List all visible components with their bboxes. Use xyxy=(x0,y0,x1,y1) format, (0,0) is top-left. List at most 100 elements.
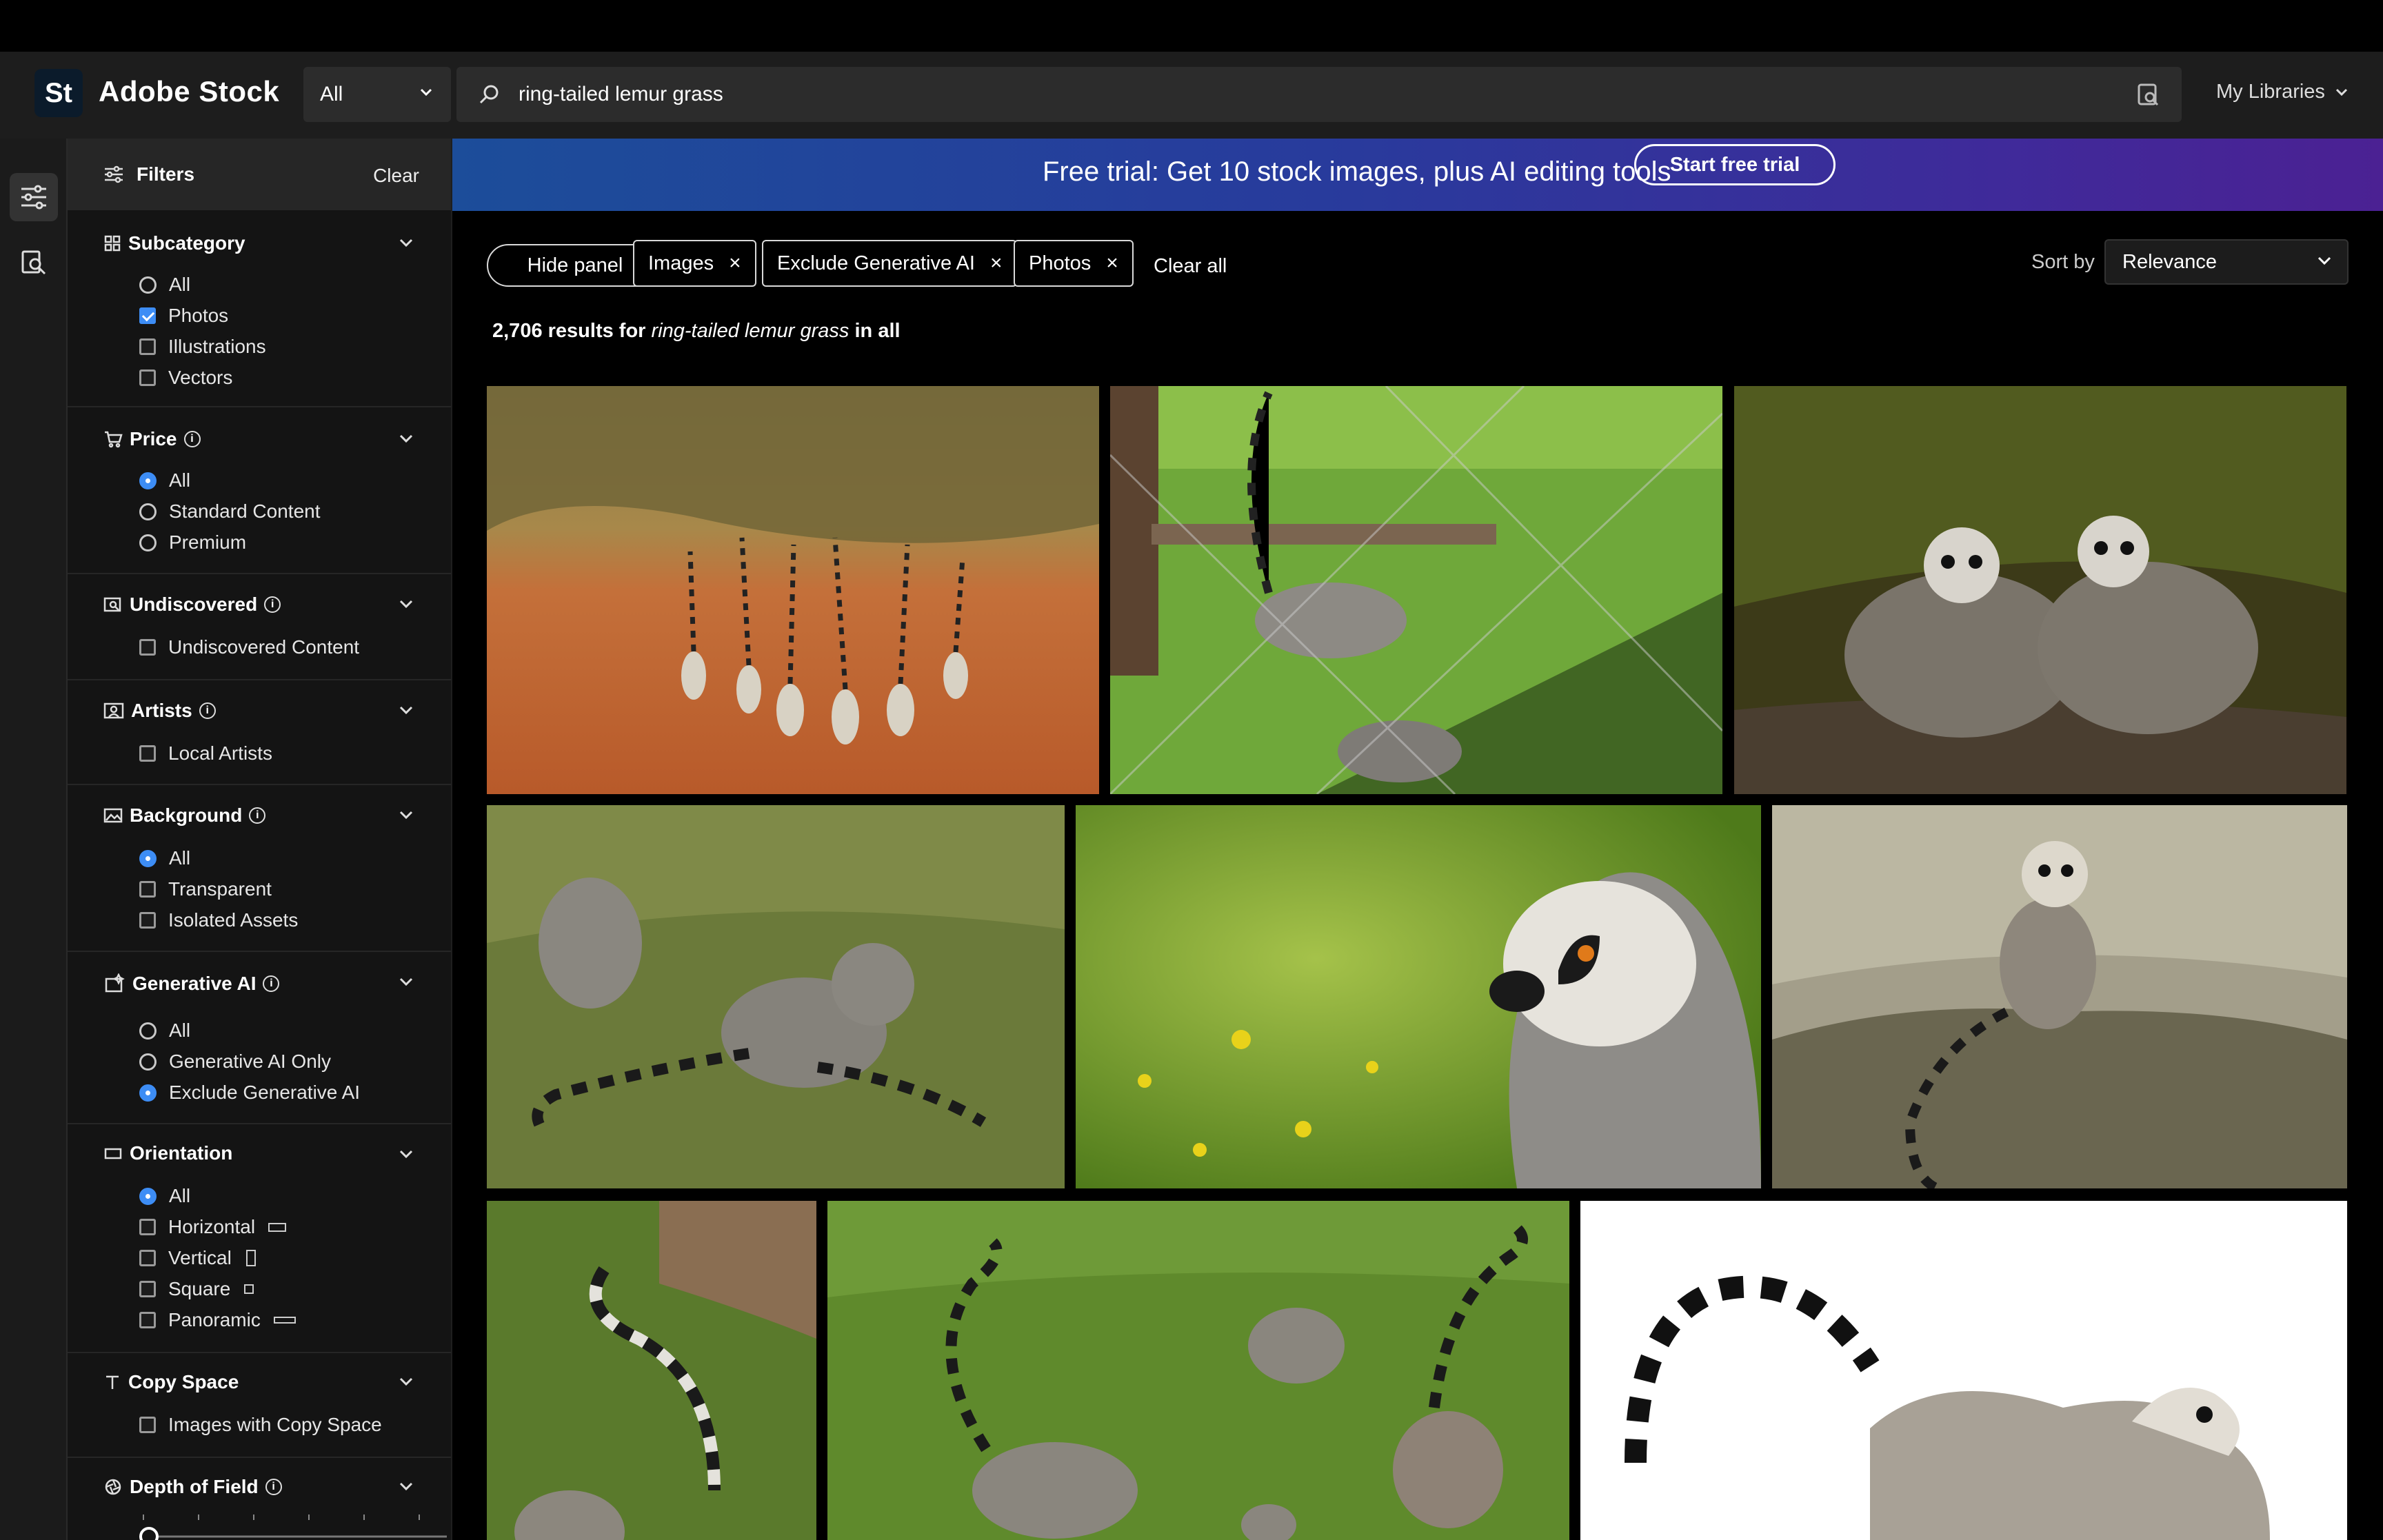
clear-all-button[interactable]: Clear all xyxy=(1154,255,1227,278)
sort-select[interactable]: Relevance xyxy=(2104,239,2349,285)
search-result-image[interactable] xyxy=(827,1201,1569,1540)
price-option-all[interactable]: All xyxy=(139,469,190,492)
artists-option-local[interactable]: Local Artists xyxy=(139,742,272,764)
filter-section-undiscovered: Undiscovered i Undiscovered Content xyxy=(68,574,451,680)
chevron-down-icon[interactable] xyxy=(399,977,414,986)
radio-button-selected[interactable] xyxy=(139,849,157,867)
close-icon[interactable]: × xyxy=(729,252,741,275)
chevron-down-icon[interactable] xyxy=(399,705,414,715)
search-result-image[interactable] xyxy=(1734,386,2346,794)
orientation-option-all[interactable]: All xyxy=(139,1185,190,1207)
info-icon[interactable]: i xyxy=(265,1479,282,1495)
checkbox[interactable] xyxy=(139,1219,156,1235)
my-libraries-menu[interactable]: My Libraries xyxy=(2216,81,2349,103)
brand-name[interactable]: Adobe Stock xyxy=(99,75,279,108)
checkbox[interactable] xyxy=(139,1312,156,1328)
visual-search-icon[interactable] xyxy=(2135,81,2162,108)
radio-button[interactable] xyxy=(139,1022,157,1040)
lemurs-resting-on-grass-photo xyxy=(487,805,1065,1188)
close-icon[interactable]: × xyxy=(990,252,1003,275)
search-result-image[interactable] xyxy=(1772,805,2347,1188)
checkbox[interactable] xyxy=(139,1250,156,1266)
filter-section-price: Price i All Standard Content Premium xyxy=(68,407,451,574)
subcategory-option-photos[interactable]: Photos xyxy=(139,305,228,327)
checkbox[interactable] xyxy=(139,338,156,355)
radio-button-selected[interactable] xyxy=(139,1084,157,1102)
info-icon[interactable]: i xyxy=(249,807,266,824)
checkbox[interactable] xyxy=(139,1281,156,1297)
undiscovered-option-content[interactable]: Undiscovered Content xyxy=(139,636,359,658)
search-result-image[interactable] xyxy=(487,805,1065,1188)
radio-button-selected[interactable] xyxy=(139,1187,157,1205)
search-result-image[interactable] xyxy=(1580,1201,2347,1540)
radio-button-selected[interactable] xyxy=(139,472,157,489)
chevron-down-icon[interactable] xyxy=(399,434,414,443)
depth-of-field-title[interactable]: Depth of Field i xyxy=(103,1476,282,1498)
search-result-image[interactable] xyxy=(1076,805,1761,1188)
checkbox[interactable] xyxy=(139,912,156,929)
orientation-option-panoramic[interactable]: Panoramic xyxy=(139,1309,296,1331)
clear-filters-button[interactable]: Clear xyxy=(373,165,419,187)
filter-chip-photos[interactable]: Photos × xyxy=(1014,240,1134,287)
undiscovered-title[interactable]: Undiscovered i xyxy=(103,594,281,616)
info-icon[interactable]: i xyxy=(183,431,201,447)
search-result-image[interactable] xyxy=(487,1201,816,1540)
checkbox-checked[interactable] xyxy=(139,307,156,324)
radio-button[interactable] xyxy=(139,534,157,551)
chevron-down-icon[interactable] xyxy=(399,238,414,247)
adobe-stock-logo[interactable]: St xyxy=(34,69,83,117)
subcategory-option-all[interactable]: All xyxy=(139,274,190,296)
artists-title[interactable]: Artists i xyxy=(103,700,216,722)
results-summary: 2,706 results for ring-tailed lemur gras… xyxy=(492,320,901,343)
chevron-down-icon[interactable] xyxy=(399,1149,414,1159)
info-icon[interactable]: i xyxy=(263,975,280,992)
generative-ai-option-exclude[interactable]: Exclude Generative AI xyxy=(139,1082,360,1104)
generative-ai-title[interactable]: Generative AI i xyxy=(103,973,280,995)
subcategory-option-illustrations[interactable]: Illustrations xyxy=(139,336,266,358)
checkbox[interactable] xyxy=(139,745,156,762)
chevron-down-icon[interactable] xyxy=(399,810,414,820)
background-option-all[interactable]: All xyxy=(139,847,190,869)
info-icon[interactable]: i xyxy=(264,596,281,613)
background-option-transparent[interactable]: Transparent xyxy=(139,878,272,900)
close-icon[interactable]: × xyxy=(1106,252,1118,275)
orientation-title[interactable]: Orientation xyxy=(103,1142,232,1164)
radio-button[interactable] xyxy=(139,503,157,520)
search-scope-select[interactable]: All xyxy=(303,67,451,122)
filters-rail-button[interactable] xyxy=(10,173,58,221)
checkbox[interactable] xyxy=(139,1417,156,1433)
radio-button[interactable] xyxy=(139,1053,157,1071)
price-title[interactable]: Price i xyxy=(103,428,201,450)
subcategory-title[interactable]: Subcategory xyxy=(103,232,245,254)
background-title[interactable]: Background i xyxy=(103,804,266,827)
depth-of-field-slider[interactable] xyxy=(137,1512,452,1540)
orientation-option-vertical[interactable]: Vertical xyxy=(139,1247,258,1269)
search-result-image[interactable] xyxy=(1110,386,1722,794)
checkbox[interactable] xyxy=(139,369,156,386)
info-icon[interactable]: i xyxy=(199,702,216,719)
price-option-standard[interactable]: Standard Content xyxy=(139,500,321,523)
filter-section-artists: Artists i Local Artists xyxy=(68,680,451,785)
subcategory-option-vectors[interactable]: Vectors xyxy=(139,367,232,389)
filter-chip-exclude-generative-ai[interactable]: Exclude Generative AI × xyxy=(762,240,1018,287)
radio-button[interactable] xyxy=(139,276,157,294)
orientation-option-horizontal[interactable]: Horizontal xyxy=(139,1216,287,1238)
search-result-image[interactable] xyxy=(487,386,1099,794)
start-free-trial-button[interactable]: Start free trial xyxy=(1634,144,1836,185)
orientation-option-square[interactable]: Square xyxy=(139,1278,255,1300)
search-bar[interactable] xyxy=(456,67,2182,122)
copy-space-title[interactable]: Copy Space xyxy=(103,1371,239,1393)
generative-ai-option-all[interactable]: All xyxy=(139,1020,190,1042)
checkbox[interactable] xyxy=(139,639,156,656)
chevron-down-icon[interactable] xyxy=(399,1377,414,1386)
checkbox[interactable] xyxy=(139,881,156,898)
chevron-down-icon[interactable] xyxy=(399,1481,414,1491)
generative-ai-option-only[interactable]: Generative AI Only xyxy=(139,1051,331,1073)
visual-search-rail-button[interactable] xyxy=(10,239,58,287)
chevron-down-icon[interactable] xyxy=(399,599,414,609)
copy-space-option[interactable]: Images with Copy Space xyxy=(139,1414,382,1436)
price-option-premium[interactable]: Premium xyxy=(139,531,246,554)
filter-chip-images[interactable]: Images × xyxy=(633,240,756,287)
background-option-isolated[interactable]: Isolated Assets xyxy=(139,909,298,931)
search-input[interactable] xyxy=(519,67,2035,122)
